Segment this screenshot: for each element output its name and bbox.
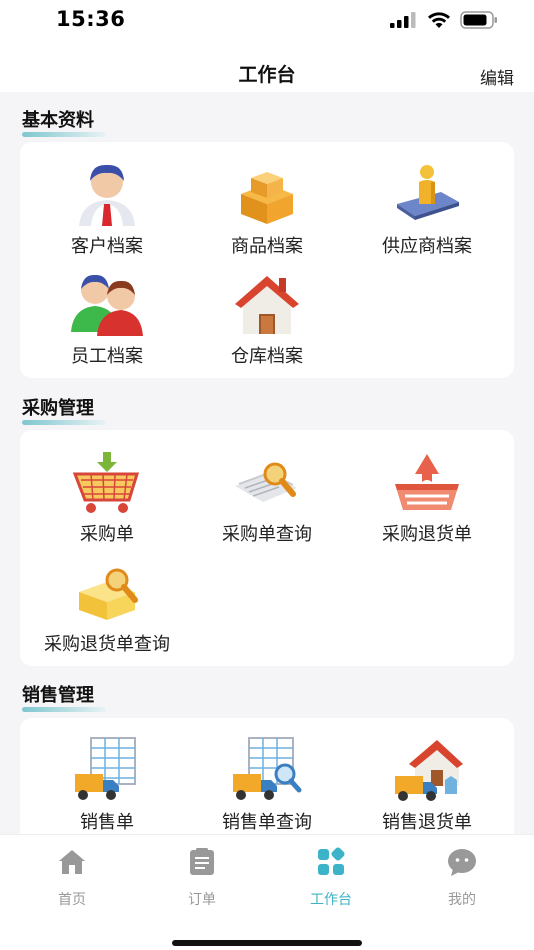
workbench-content: 基本资料 客户档案 商品档案 供应商档案 员工档案 仓库档案 采购管理 采购单 … [0,92,534,834]
edit-button[interactable]: 编辑 [480,64,514,89]
sales-order-icon [75,737,136,800]
navigation-bar: 工作台 编辑 [0,44,534,92]
employee-icon [71,274,143,336]
section-title-text: 采购管理 [22,398,94,419]
purchase-cart-icon [72,452,140,513]
tile-sales-order[interactable]: 销售单 [21,724,193,833]
tab-label: 我的 [448,892,476,908]
page-title: 工作台 [238,64,296,86]
tile-label: 采购单 [80,524,134,545]
status-time: 15:36 [56,7,126,31]
wifi-icon [428,11,450,28]
tile-purchase-order[interactable]: 采购单 [21,436,193,545]
order-icon [190,848,214,875]
section-title-basic-info: 基本资料 [22,106,106,137]
card-purchase: 采购单 采购单查询 采购退货单 采购退货单查询 [20,430,514,666]
section-underline [22,420,106,425]
tile-label: 销售退货单 [382,812,472,833]
tile-purchase-query[interactable]: 采购单查询 [181,436,353,545]
section-title-purchase: 采购管理 [22,394,106,425]
purchase-return-icon [395,454,459,510]
tab-workbench[interactable]: 工作台 [281,847,381,909]
card-sales: 销售单 销售单查询 销售退货单 [20,718,514,834]
battery-icon [460,11,497,29]
tile-sales-query[interactable]: 销售单查询 [181,724,353,833]
tab-home[interactable]: 首页 [22,847,122,909]
tile-warehouse-archive[interactable]: 仓库档案 [181,258,353,367]
tab-label: 订单 [188,892,216,908]
workbench-icon [318,847,345,875]
section-underline [22,132,106,137]
tab-label: 工作台 [310,892,352,908]
section-underline [22,707,106,712]
tile-label: 采购单查询 [222,524,312,545]
tile-label: 供应商档案 [382,236,472,257]
purchase-query-icon [235,462,297,502]
tile-purchase-return-query[interactable]: 采购退货单查询 [21,546,193,655]
status-icons [390,11,498,29]
sales-return-icon [395,740,463,801]
warehouse-icon [235,276,299,334]
tile-label: 仓库档案 [231,346,303,367]
tile-supplier-archive[interactable]: 供应商档案 [341,148,513,257]
purchase-return-query-icon [79,568,138,620]
cellular-signal-icon [390,12,416,28]
tile-customer-archive[interactable]: 客户档案 [21,148,193,257]
home-indicator [172,940,362,946]
tile-goods-archive[interactable]: 商品档案 [181,148,353,257]
home-icon [59,850,85,874]
section-title-sales: 销售管理 [22,681,106,712]
section-title-text: 销售管理 [22,685,94,706]
tile-label: 销售单 [80,812,134,833]
tab-label: 首页 [58,892,86,908]
card-basic-info: 客户档案 商品档案 供应商档案 员工档案 仓库档案 [20,142,514,378]
tile-label: 销售单查询 [222,812,312,833]
tile-label: 采购退货单查询 [44,634,170,655]
section-title-text: 基本资料 [22,110,94,131]
goods-icon [241,172,293,224]
tab-bar: 首页 订单 工作台 我的 [0,834,534,950]
tile-sales-return[interactable]: 销售退货单 [341,724,513,833]
customer-icon [79,164,135,226]
tile-label: 采购退货单 [382,524,472,545]
tab-orders[interactable]: 订单 [152,847,252,909]
tile-label: 客户档案 [71,236,143,257]
tile-label: 商品档案 [231,236,303,257]
status-bar: 15:36 [0,0,534,44]
supplier-icon [397,165,459,220]
tile-purchase-return[interactable]: 采购退货单 [341,436,513,545]
profile-icon [448,849,476,876]
tab-profile[interactable]: 我的 [412,847,512,909]
tile-employee-archive[interactable]: 员工档案 [21,258,193,367]
sales-query-icon [233,737,302,800]
tile-label: 员工档案 [71,346,143,367]
